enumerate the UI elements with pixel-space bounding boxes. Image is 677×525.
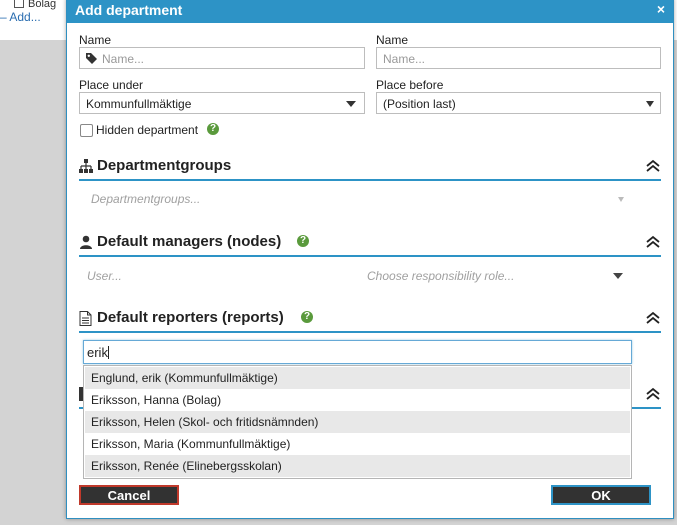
sitemap-icon	[79, 159, 93, 173]
place-before-select[interactable]: (Position last)	[376, 92, 661, 114]
place-under-label: Place under	[79, 78, 144, 92]
hidden-department-label: Hidden department	[96, 123, 199, 137]
list-item[interactable]: Eriksson, Hanna (Bolag)	[85, 389, 630, 411]
list-item[interactable]: Eriksson, Renée (Elinebergsskolan)	[85, 455, 630, 477]
place-under-value: Kommunfullmäktige	[86, 97, 192, 111]
departmentgroups-header: Departmentgroups	[79, 155, 661, 181]
reporter-suggestions: Englund, erik (Kommunfullmäktige) Erikss…	[83, 365, 632, 479]
place-under-select[interactable]: Kommunfullmäktige	[79, 92, 365, 114]
responsibility-role-select[interactable]: Choose responsibility role...	[367, 269, 514, 283]
background-add-link[interactable]: – Add...	[0, 10, 41, 24]
help-icon[interactable]: ?	[207, 123, 219, 135]
name-label-right: Name	[376, 33, 409, 47]
help-icon[interactable]: ?	[297, 235, 309, 247]
help-icon[interactable]: ?	[301, 311, 313, 323]
list-item[interactable]: Eriksson, Helen (Skol- och fritidsnämnde…	[85, 411, 630, 433]
list-item[interactable]: Englund, erik (Kommunfullmäktige)	[85, 367, 630, 389]
name-label: Name	[79, 33, 112, 47]
document-icon	[79, 311, 92, 326]
dialog-titlebar: Add department ×	[67, 0, 673, 23]
collapse-chevron-icon[interactable]	[645, 310, 661, 326]
default-managers-header: Default managers (nodes) ?	[79, 231, 661, 257]
name-input[interactable]: Name...	[79, 47, 365, 69]
cancel-button[interactable]: Cancel	[79, 485, 179, 505]
default-reporters-title: Default reporters (reports)	[97, 309, 284, 326]
departmentgroups-input[interactable]: Departmentgroups...	[91, 192, 200, 206]
collapse-chevron-icon[interactable]	[645, 158, 661, 174]
name-placeholder: Name...	[102, 52, 145, 66]
reporter-search-input[interactable]: erik	[83, 340, 632, 364]
collapse-chevron-icon[interactable]	[645, 386, 661, 402]
ok-button[interactable]: OK	[551, 485, 651, 505]
text-cursor	[107, 346, 109, 359]
manager-user-input[interactable]: User...	[87, 269, 122, 283]
place-before-label: Place before	[376, 78, 444, 92]
hidden-department-checkbox[interactable]	[80, 124, 93, 137]
background-tree-item[interactable]: Bolag	[14, 0, 56, 10]
chevron-down-icon[interactable]	[613, 273, 623, 279]
document-icon	[14, 0, 24, 8]
chevron-down-icon	[646, 101, 654, 107]
name-input-right[interactable]: Name...	[376, 47, 661, 69]
default-reporters-header: Default reporters (reports) ?	[79, 307, 661, 333]
tag-icon	[86, 53, 97, 64]
add-department-dialog: Add department × Name Name... Name Name.…	[66, 0, 674, 519]
name-placeholder-right: Name...	[383, 52, 426, 66]
chevron-down-icon[interactable]	[618, 197, 624, 202]
close-icon[interactable]: ×	[657, 1, 665, 17]
reporter-search-value: erik	[87, 345, 109, 360]
collapse-chevron-icon[interactable]	[645, 234, 661, 250]
place-before-value: (Position last)	[383, 97, 456, 111]
list-item[interactable]: Eriksson, Maria (Kommunfullmäktige)	[85, 433, 630, 455]
chevron-down-icon	[346, 101, 356, 107]
departmentgroups-title: Departmentgroups	[97, 157, 232, 174]
user-icon	[80, 235, 92, 249]
default-managers-title: Default managers (nodes)	[97, 233, 282, 250]
dialog-title: Add department	[75, 2, 183, 18]
